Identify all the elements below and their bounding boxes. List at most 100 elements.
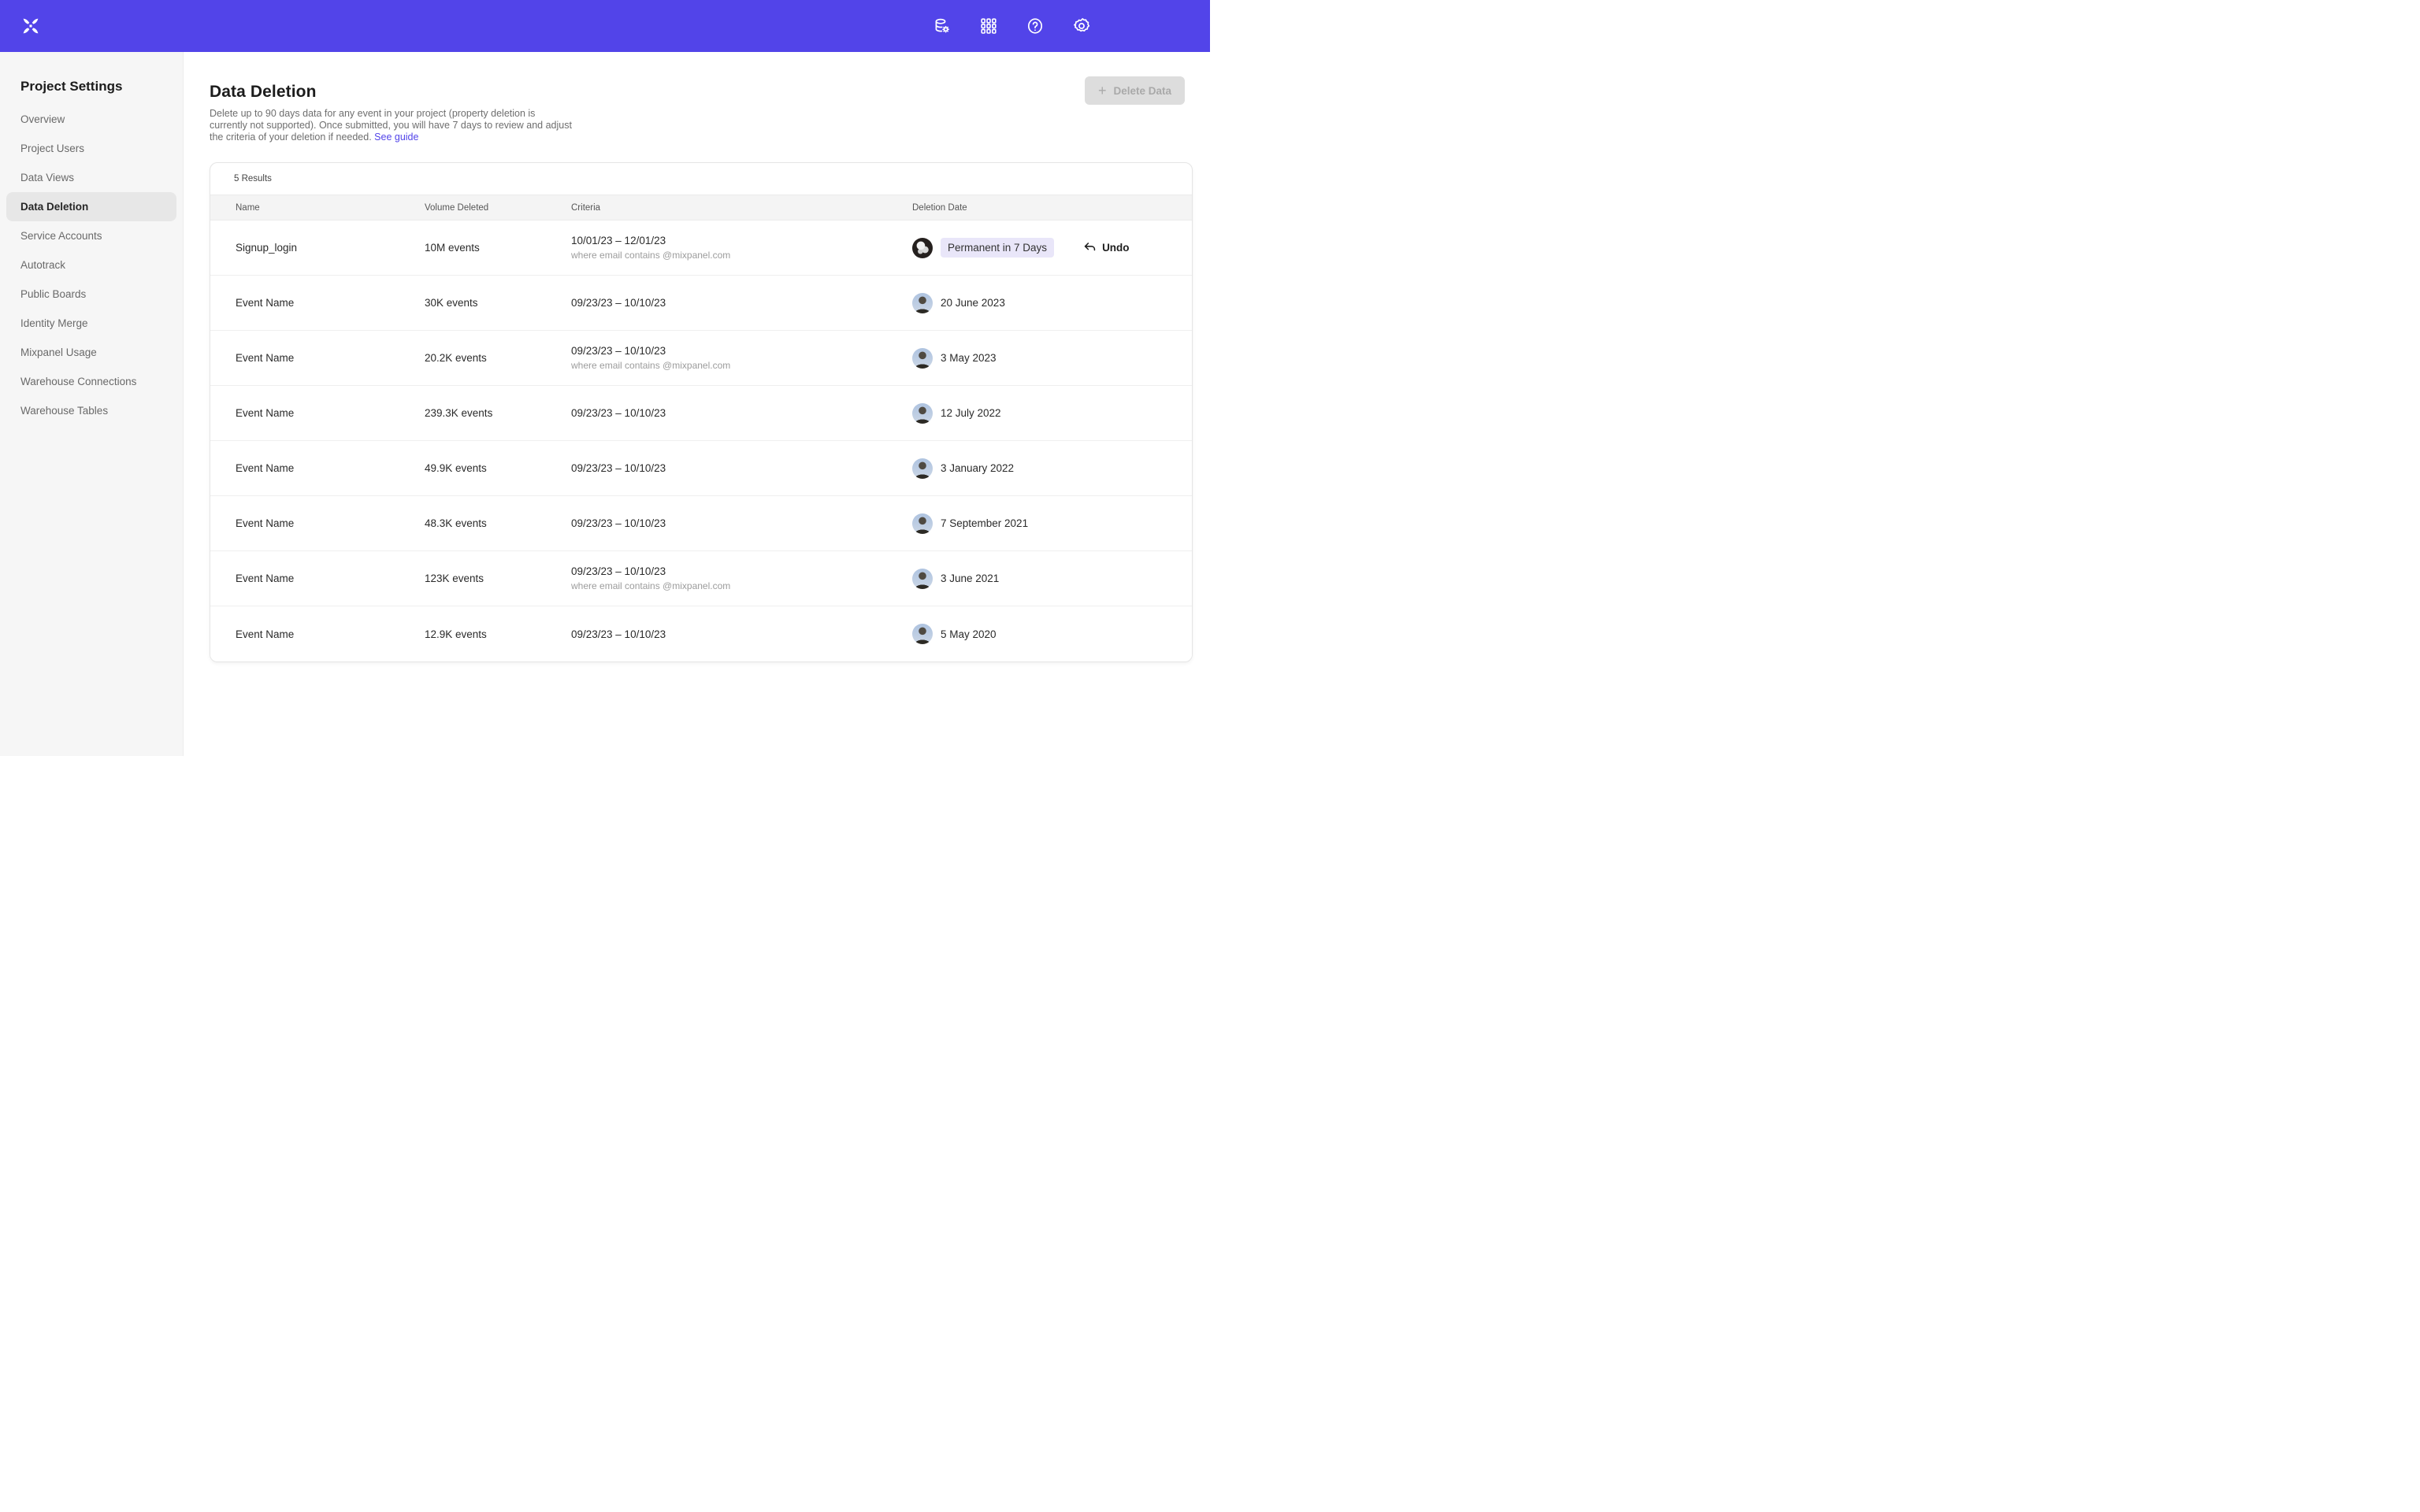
row-name: Event Name <box>236 573 425 584</box>
table-row: Event Name 30K events 09/23/23 – 10/10/2… <box>210 276 1192 331</box>
row-name: Event Name <box>236 462 425 474</box>
row-deletion-date: 3 June 2021 <box>912 569 1160 589</box>
help-icon[interactable] <box>1025 16 1045 36</box>
row-deletion-date: Permanent in 7 Days Undo <box>912 238 1160 258</box>
row-volume: 20.2K events <box>425 352 571 364</box>
criteria-range: 09/23/23 – 10/10/23 <box>571 565 912 577</box>
row-criteria: 09/23/23 – 10/10/23 where email contains… <box>571 345 912 371</box>
row-deletion-date: 3 January 2022 <box>912 458 1160 479</box>
undo-button[interactable]: Undo <box>1083 241 1130 254</box>
mixpanel-logo-icon[interactable] <box>21 17 40 35</box>
sidebar-item-identity-merge[interactable]: Identity Merge <box>0 309 183 338</box>
row-name: Event Name <box>236 297 425 309</box>
row-volume: 30K events <box>425 297 571 309</box>
row-name: Signup_login <box>236 242 425 254</box>
sidebar-item-service-accounts[interactable]: Service Accounts <box>0 221 183 250</box>
settings-sidebar: Project Settings Overview Project Users … <box>0 52 184 756</box>
table-header-row: Name Volume Deleted Criteria Deletion Da… <box>210 195 1192 220</box>
row-name: Event Name <box>236 352 425 364</box>
column-header-criteria: Criteria <box>571 203 912 213</box>
criteria-range: 09/23/23 – 10/10/23 <box>571 345 912 357</box>
row-volume: 123K events <box>425 573 571 584</box>
sidebar-item-data-deletion[interactable]: Data Deletion <box>6 192 176 221</box>
undo-label: Undo <box>1102 242 1130 254</box>
table-row: Event Name 49.9K events 09/23/23 – 10/10… <box>210 441 1192 496</box>
row-name: Event Name <box>236 517 425 529</box>
apps-grid-icon[interactable] <box>978 16 999 36</box>
table-row: Event Name 123K events 09/23/23 – 10/10/… <box>210 551 1192 606</box>
avatar <box>912 513 933 534</box>
delete-data-button[interactable]: + Delete Data <box>1085 76 1185 105</box>
sidebar-item-project-users[interactable]: Project Users <box>0 134 183 163</box>
row-deletion-date: 7 September 2021 <box>912 513 1160 534</box>
top-navigation-bar <box>0 0 1210 52</box>
sidebar-nav: Overview Project Users Data Views Data D… <box>0 105 183 425</box>
undo-arrow-icon <box>1083 241 1097 254</box>
table-row: Event Name 239.3K events 09/23/23 – 10/1… <box>210 386 1192 441</box>
sidebar-item-data-views[interactable]: Data Views <box>0 163 183 192</box>
deletion-date-text: 3 January 2022 <box>941 462 1014 474</box>
deletion-date-text: 3 June 2021 <box>941 573 999 584</box>
column-header-volume: Volume Deleted <box>425 203 571 213</box>
table-row: Event Name 48.3K events 09/23/23 – 10/10… <box>210 496 1192 551</box>
row-volume: 12.9K events <box>425 628 571 640</box>
row-name: Event Name <box>236 628 425 640</box>
row-deletion-date: 3 May 2023 <box>912 348 1160 369</box>
row-name: Event Name <box>236 407 425 419</box>
criteria-filter: where email contains @mixpanel.com <box>571 250 912 261</box>
see-guide-link[interactable]: See guide <box>374 132 418 143</box>
criteria-range: 10/01/23 – 12/01/23 <box>571 235 912 246</box>
page-description: Delete up to 90 days data for any event … <box>210 108 573 143</box>
row-volume: 48.3K events <box>425 517 571 529</box>
table-row: Event Name 12.9K events 09/23/23 – 10/10… <box>210 606 1192 662</box>
delete-data-button-label: Delete Data <box>1113 85 1171 97</box>
results-count: 5 Results <box>210 163 1192 195</box>
page-title: Data Deletion <box>210 83 1210 102</box>
sidebar-item-warehouse-tables[interactable]: Warehouse Tables <box>0 396 183 425</box>
row-volume: 49.9K events <box>425 462 571 474</box>
criteria-filter: where email contains @mixpanel.com <box>571 580 912 591</box>
avatar <box>912 624 933 644</box>
row-deletion-date: 20 June 2023 <box>912 293 1160 313</box>
row-volume: 10M events <box>425 242 571 254</box>
avatar <box>912 238 933 258</box>
row-criteria: 09/23/23 – 10/10/23 <box>571 628 912 640</box>
row-criteria: 09/23/23 – 10/10/23 <box>571 462 912 474</box>
row-criteria: 09/23/23 – 10/10/23 where email contains… <box>571 565 912 591</box>
avatar <box>912 293 933 313</box>
main-content: Data Deletion Delete up to 90 days data … <box>184 52 1210 756</box>
row-criteria: 09/23/23 – 10/10/23 <box>571 517 912 529</box>
avatar <box>912 569 933 589</box>
sidebar-item-public-boards[interactable]: Public Boards <box>0 280 183 309</box>
sidebar-item-autotrack[interactable]: Autotrack <box>0 250 183 280</box>
avatar <box>912 403 933 424</box>
settings-gear-icon[interactable] <box>1071 16 1092 36</box>
plus-icon: + <box>1098 83 1107 98</box>
deletion-date-text: 12 July 2022 <box>941 407 1001 419</box>
table-row: Event Name 20.2K events 09/23/23 – 10/10… <box>210 331 1192 386</box>
table-row: Signup_login 10M events 10/01/23 – 12/01… <box>210 220 1192 276</box>
sidebar-title: Project Settings <box>20 77 183 96</box>
row-criteria: 09/23/23 – 10/10/23 <box>571 297 912 309</box>
topbar-icon-group <box>932 16 1092 36</box>
deletion-date-text: 3 May 2023 <box>941 352 997 364</box>
sidebar-item-mixpanel-usage[interactable]: Mixpanel Usage <box>0 338 183 367</box>
column-header-deletion-date: Deletion Date <box>912 203 1160 213</box>
deletion-date-text: 20 June 2023 <box>941 297 1005 309</box>
criteria-filter: where email contains @mixpanel.com <box>571 360 912 371</box>
deletion-date-text: 7 September 2021 <box>941 517 1028 529</box>
avatar <box>912 458 933 479</box>
status-badge: Permanent in 7 Days <box>941 238 1054 258</box>
sidebar-item-warehouse-connections[interactable]: Warehouse Connections <box>0 367 183 396</box>
row-deletion-date: 12 July 2022 <box>912 403 1160 424</box>
row-criteria: 09/23/23 – 10/10/23 <box>571 407 912 419</box>
avatar <box>912 348 933 369</box>
row-deletion-date: 5 May 2020 <box>912 624 1160 644</box>
sidebar-item-overview[interactable]: Overview <box>0 105 183 134</box>
deletion-date-text: 5 May 2020 <box>941 628 997 640</box>
deletion-requests-card: 5 Results Name Volume Deleted Criteria D… <box>210 162 1193 662</box>
data-management-icon[interactable] <box>932 16 952 36</box>
row-volume: 239.3K events <box>425 407 571 419</box>
row-criteria: 10/01/23 – 12/01/23 where email contains… <box>571 235 912 261</box>
column-header-name: Name <box>236 203 425 213</box>
